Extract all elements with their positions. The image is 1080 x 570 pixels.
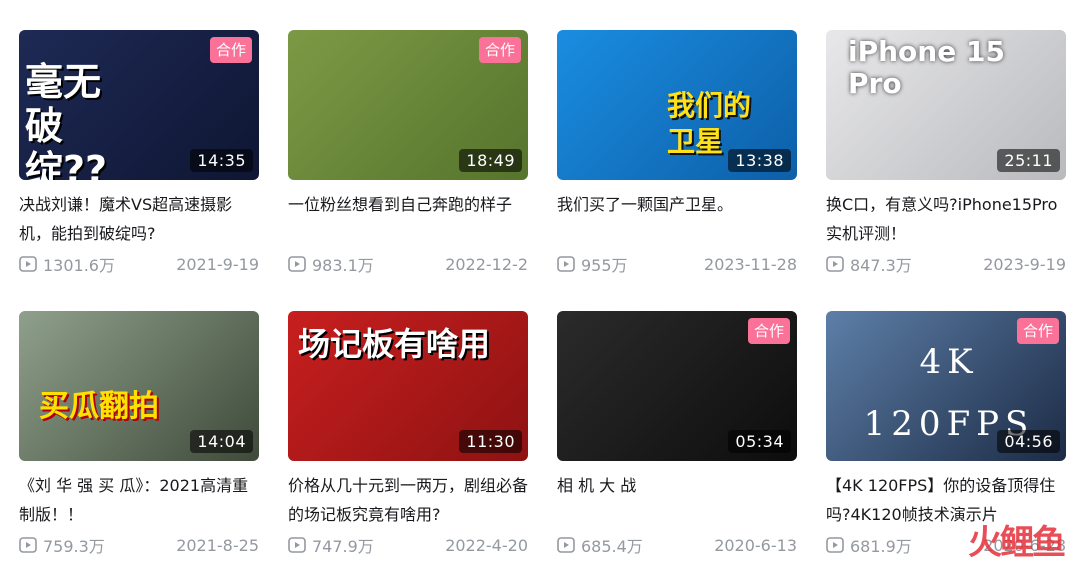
view-count: 759.3万 — [19, 533, 105, 557]
video-meta: 759.3万 2021-8-25 — [19, 533, 259, 557]
play-count-icon — [826, 537, 844, 553]
video-title[interactable]: 我们买了一颗国产卫星。 — [557, 190, 797, 248]
video-thumbnail[interactable]: iPhone 15 Pro 25:11 — [826, 30, 1066, 180]
play-count-icon — [557, 537, 575, 553]
video-card[interactable]: 场记板有啥用 11:30 价格从几十元到一两万，剧组必备的场记板究竟有啥用? 7… — [288, 311, 528, 561]
publish-date: 2020-6-13 — [714, 535, 797, 555]
thumbnail-caption: iPhone 15 Pro — [848, 35, 1005, 100]
video-card[interactable]: 买瓜翻拍 14:04 《刘 华 强 买 瓜》：2021高清重制版！！ 759.3… — [19, 311, 259, 561]
video-duration: 13:38 — [728, 149, 791, 172]
video-meta: 747.9万 2022-4-20 — [288, 533, 528, 557]
view-count-text: 847.3万 — [850, 256, 912, 275]
view-count: 685.4万 — [557, 533, 643, 557]
video-duration: 14:35 — [190, 149, 253, 172]
view-count: 747.9万 — [288, 533, 374, 557]
view-count: 1301.6万 — [19, 252, 115, 276]
video-thumbnail[interactable]: 我们的卫星 13:38 — [557, 30, 797, 180]
view-count: 847.3万 — [826, 252, 912, 276]
video-duration: 04:56 — [997, 430, 1060, 453]
video-card[interactable]: 合作 05:34 相 机 大 战 685.4万 2020-6-13 — [557, 311, 797, 561]
view-count: 955万 — [557, 252, 628, 276]
collab-badge: 合作 — [747, 318, 790, 344]
play-count-icon — [557, 256, 575, 272]
view-count-text: 747.9万 — [312, 537, 374, 556]
view-count-text: 1301.6万 — [43, 256, 115, 275]
play-count-icon — [19, 537, 37, 553]
video-duration: 11:30 — [459, 430, 522, 453]
view-count-text: 681.9万 — [850, 537, 912, 556]
video-title[interactable]: 决战刘谦！魔术VS超高速摄影机，能拍到破绽吗? — [19, 190, 259, 248]
video-meta: 983.1万 2022-12-2 — [288, 252, 528, 276]
play-count-icon — [19, 256, 37, 272]
publish-date: 2023-9-19 — [983, 254, 1066, 274]
video-thumbnail[interactable]: 场记板有啥用 11:30 — [288, 311, 528, 461]
view-count: 983.1万 — [288, 252, 374, 276]
publish-date: 2021-8-25 — [176, 535, 259, 555]
video-meta: 685.4万 2020-6-13 — [557, 533, 797, 557]
video-duration: 14:04 — [190, 430, 253, 453]
video-meta: 847.3万 2023-9-19 — [826, 252, 1066, 276]
video-title[interactable]: 《刘 华 强 买 瓜》：2021高清重制版！！ — [19, 471, 259, 529]
play-count-icon — [288, 537, 306, 553]
video-title[interactable]: 一位粉丝想看到自己奔跑的样子 — [288, 190, 528, 248]
video-title[interactable]: 换C口，有意义吗?iPhone15Pro实机评测！ — [826, 190, 1066, 248]
collab-badge: 合作 — [1016, 318, 1059, 344]
thumbnail-caption: 买瓜翻拍 — [39, 389, 159, 424]
view-count: 681.9万 — [826, 533, 912, 557]
collab-badge: 合作 — [209, 37, 252, 63]
video-thumbnail[interactable]: 买瓜翻拍 14:04 — [19, 311, 259, 461]
video-thumbnail[interactable]: 毫无破绽?? 合作 14:35 — [19, 30, 259, 180]
video-title[interactable]: 相 机 大 战 — [557, 471, 797, 529]
publish-date: 2022-12-2 — [445, 254, 528, 274]
view-count-text: 759.3万 — [43, 537, 105, 556]
video-meta: 955万 2023-11-28 — [557, 252, 797, 276]
video-thumbnail[interactable]: 4K 120FPS 合作 04:56 — [826, 311, 1066, 461]
video-duration: 05:34 — [728, 430, 791, 453]
video-meta: 1301.6万 2021-9-19 — [19, 252, 259, 276]
view-count-text: 955万 — [581, 256, 628, 275]
video-thumbnail[interactable]: 合作 05:34 — [557, 311, 797, 461]
thumbnail-caption: 毫无破绽?? — [25, 60, 108, 180]
view-count-text: 685.4万 — [581, 537, 643, 556]
thumbnail-caption: 场记板有啥用 — [298, 325, 491, 363]
view-count-text: 983.1万 — [312, 256, 374, 275]
video-card[interactable]: iPhone 15 Pro 25:11 换C口，有意义吗?iPhone15Pro… — [826, 30, 1066, 280]
video-title[interactable]: 价格从几十元到一两万，剧组必备的场记板究竟有啥用? — [288, 471, 528, 529]
video-grid: 毫无破绽?? 合作 14:35 决战刘谦！魔术VS超高速摄影机，能拍到破绽吗? … — [19, 30, 1066, 561]
video-card[interactable]: 毫无破绽?? 合作 14:35 决战刘谦！魔术VS超高速摄影机，能拍到破绽吗? … — [19, 30, 259, 280]
video-duration: 18:49 — [459, 149, 522, 172]
collab-badge: 合作 — [478, 37, 521, 63]
watermark-logo: 火鲤鱼 — [968, 523, 1066, 563]
video-duration: 25:11 — [997, 149, 1060, 172]
play-count-icon — [288, 256, 306, 272]
video-thumbnail[interactable]: 合作 18:49 — [288, 30, 528, 180]
play-count-icon — [826, 256, 844, 272]
video-card[interactable]: 我们的卫星 13:38 我们买了一颗国产卫星。 955万 2023-11-28 — [557, 30, 797, 280]
publish-date: 2022-4-20 — [445, 535, 528, 555]
publish-date: 2021-9-19 — [176, 254, 259, 274]
video-card[interactable]: 合作 18:49 一位粉丝想看到自己奔跑的样子 983.1万 2022-12-2 — [288, 30, 528, 280]
publish-date: 2023-11-28 — [704, 254, 797, 274]
